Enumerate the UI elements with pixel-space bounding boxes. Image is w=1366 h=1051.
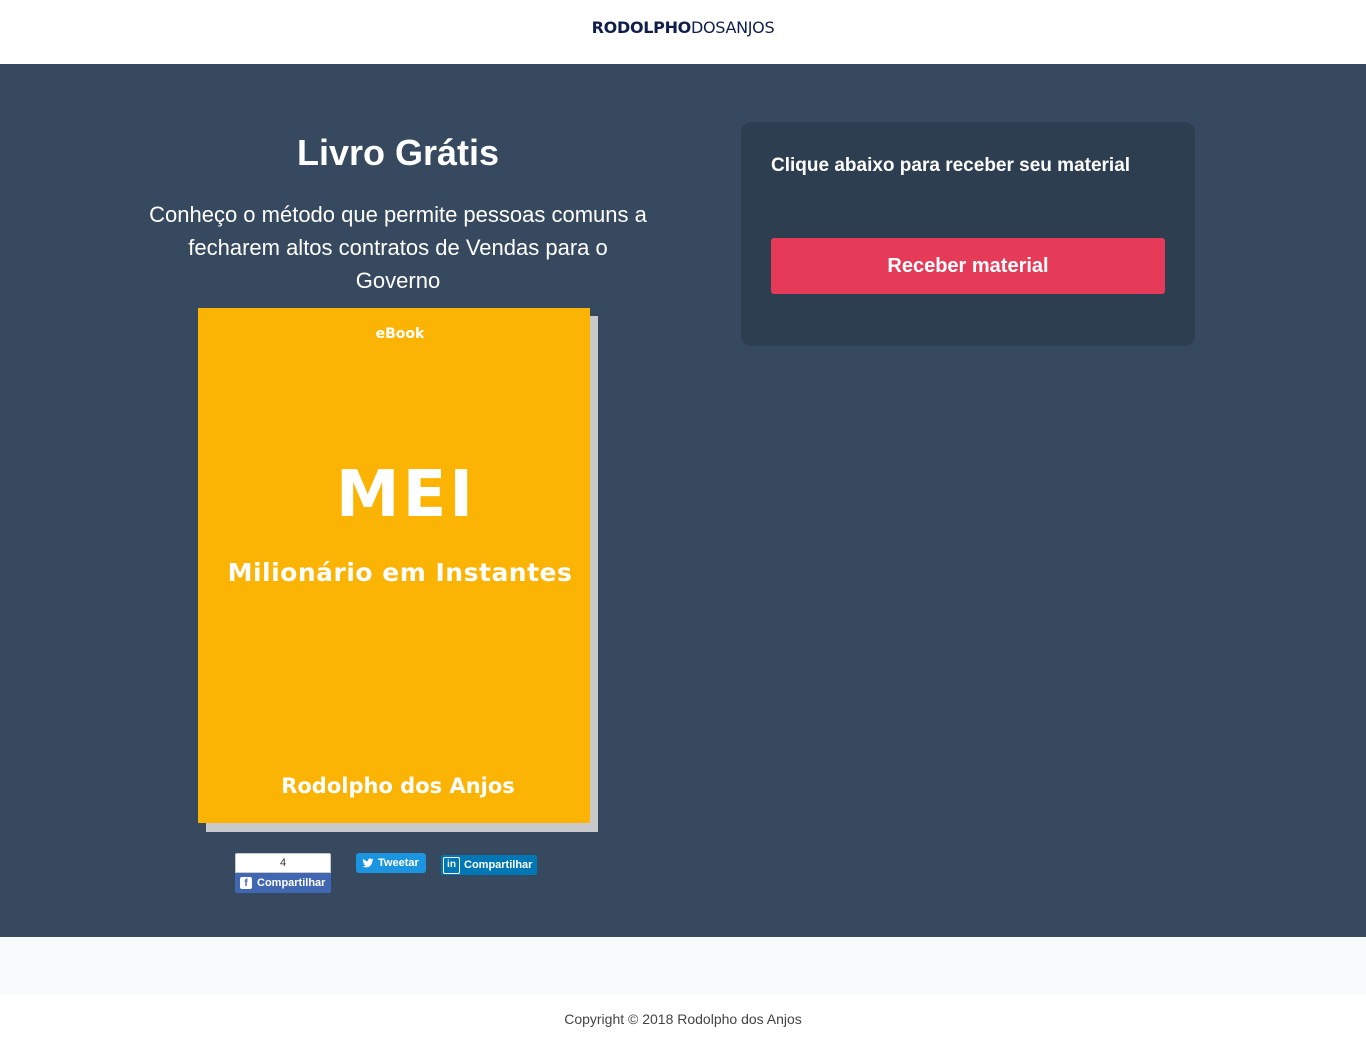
download-panel: Clique abaixo para receber seu material … (741, 122, 1195, 346)
linkedin-share-button[interactable]: in Compartilhar (441, 855, 537, 875)
book-title: MEI (335, 458, 477, 532)
receive-material-button[interactable]: Receber material (771, 238, 1165, 294)
page-subtitle: Conheço o método que permite pessoas com… (149, 202, 647, 293)
footer-band (0, 937, 1366, 995)
book-cover-image: eBook MEI Milionário em Instantes Rodolp… (198, 308, 590, 823)
copyright-text: Copyright © 2018 Rodolpho dos Anjos (564, 1011, 802, 1027)
panel-title: Clique abaixo para receber seu material (771, 155, 1131, 176)
facebook-share-count: 4 (235, 853, 331, 873)
linkedin-icon: in (443, 856, 460, 874)
facebook-share-label: Compartilhar (257, 877, 326, 889)
logo-bold-text: RODOLPHO (591, 18, 692, 37)
book-author: Rodolpho dos Anjos (281, 774, 515, 798)
linkedin-share-label: Compartilhar (464, 859, 533, 871)
facebook-icon: f (240, 877, 252, 889)
book-tag: eBook (375, 326, 425, 342)
logo-light-text: DOSANJOS (690, 18, 775, 37)
twitter-tweet-button[interactable]: Tweetar (356, 853, 426, 873)
facebook-share-button[interactable]: f Compartilhar (235, 873, 331, 893)
twitter-icon (362, 858, 374, 868)
hero-section: Livro Grátis Conheço o método que permit… (0, 64, 1366, 937)
twitter-tweet-label: Tweetar (378, 857, 419, 869)
book-subtitle: Milionário em Instantes (227, 558, 573, 587)
header: RODOLPHODOSANJOS (0, 0, 1366, 64)
site-logo[interactable]: RODOLPHODOSANJOS (0, 18, 1366, 37)
page-title: Livro Grátis (296, 132, 500, 173)
facebook-share-widget[interactable]: 4 f Compartilhar (235, 853, 331, 893)
